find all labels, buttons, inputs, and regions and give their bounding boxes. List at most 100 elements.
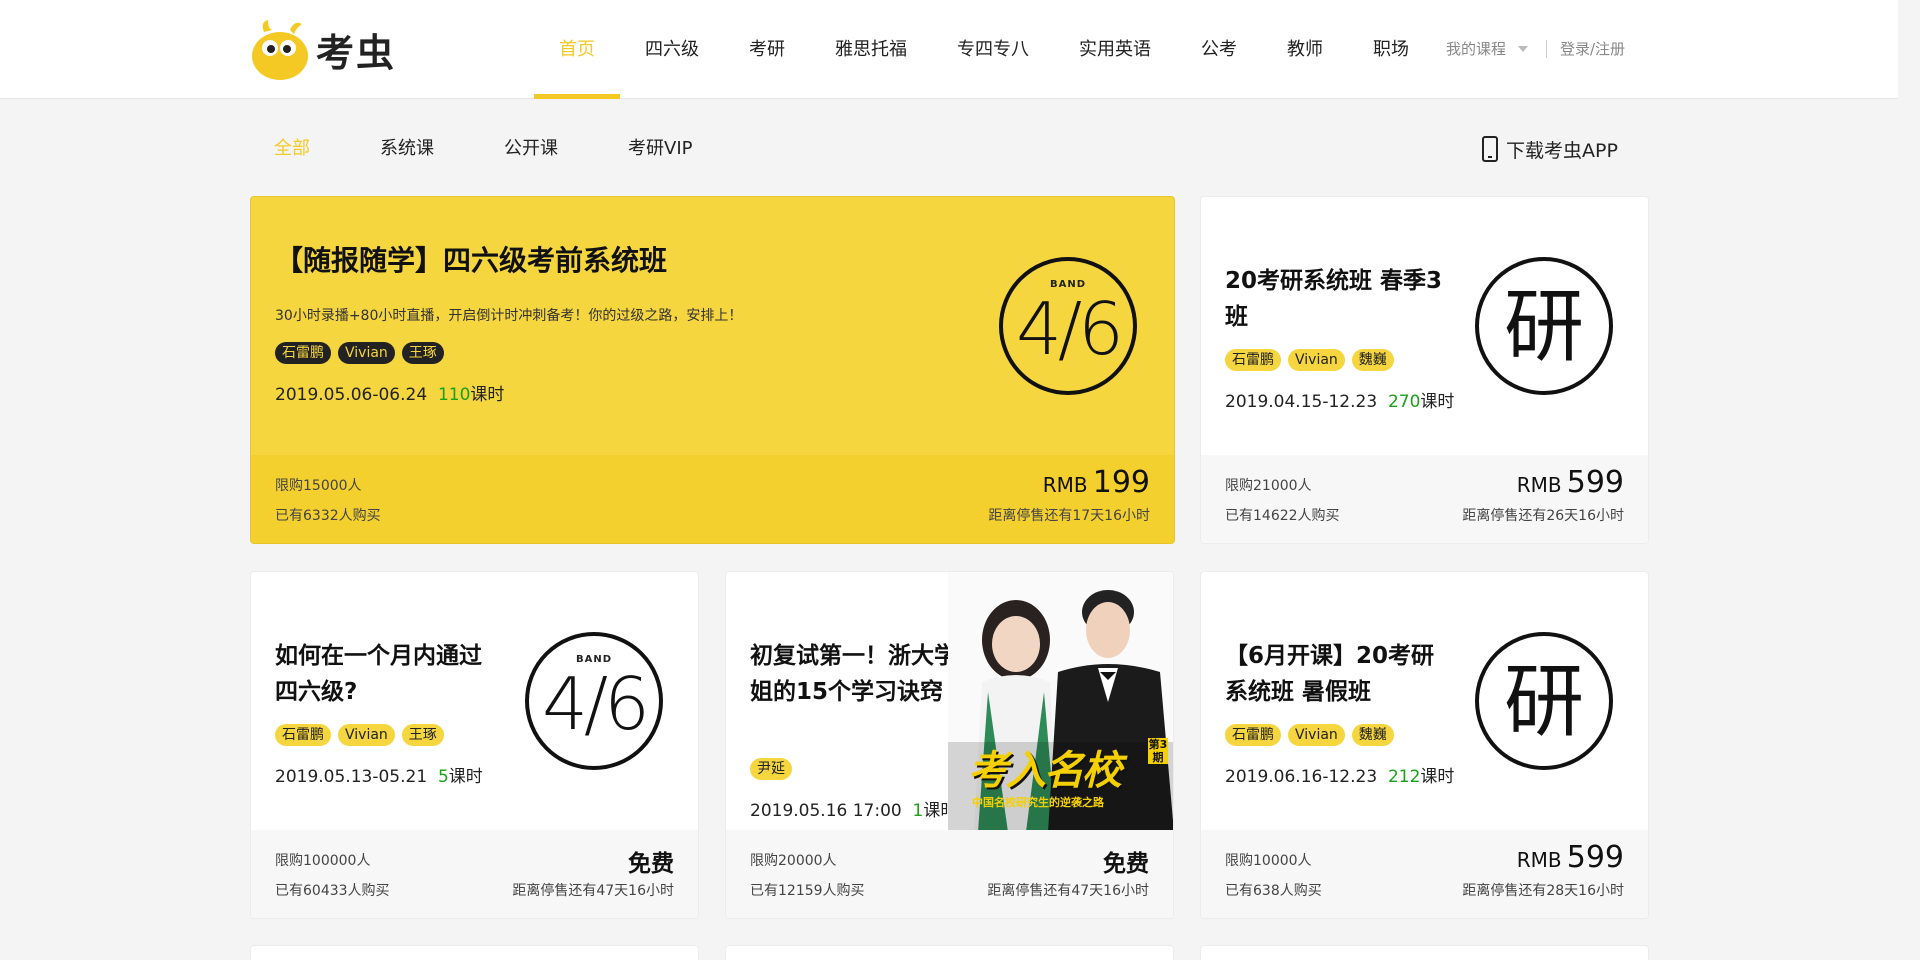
nav-tem[interactable]: 专四专八 [932,0,1054,99]
divider [1546,40,1547,58]
teacher-tag: 王琢 [401,724,444,746]
course-dates: 2019.05.06-06.24 [275,385,428,405]
teacher-tags: 尹延 [750,758,799,780]
main-nav: 首页 四六级 考研 雅思托福 专四专八 实用英语 公考 教师 职场 [534,0,1434,99]
download-app-label: 下载考虫APP [1506,139,1618,162]
purchase-count: 已有12159人购买 [750,883,865,899]
price-amount: 599 [1566,840,1624,875]
teacher-tag: Vivian [1288,724,1345,746]
course-hours: 110 [437,385,471,405]
filter-system-course[interactable]: 系统课 [380,134,434,164]
price-amount: 599 [1566,465,1624,500]
badge-text: 研 [1504,655,1584,748]
sale-countdown: 距离停售还有47天16小时 [987,883,1149,899]
course-card-kaoyan-spring[interactable]: 20考研系统班 春季3班 石雷鹏 Vivian 魏巍 2019.04.15-12… [1200,196,1649,544]
teacher-tags: 石雷鹏 Vivian 王琢 [275,724,451,746]
course-dates: 2019.04.15-12.23 [1225,392,1378,412]
course-price: 免费 [1103,851,1149,877]
poster-volume: 第3期 [1148,738,1168,764]
teacher-tag: 尹延 [750,758,792,780]
sale-countdown: 距离停售还有17天16小时 [988,508,1150,524]
nav-ielts-toefl[interactable]: 雅思托福 [810,0,932,99]
card-footer: 限购20000人 已有12159人购买 免费 距离停售还有47天16小时 [726,830,1173,918]
course-card-zju-tips[interactable]: 初复试第一！浙大学姐的15个学习诀窍 尹延 2019.05.16 17:00 1… [725,571,1174,919]
course-price: RMB 599 [1517,840,1624,875]
course-description: 30小时录播+80小时直播，开启倒计时冲刺备考！你的过级之路，安排上！ [275,308,743,324]
price-amount: 199 [1092,465,1150,500]
purchase-count: 已有638人购买 [1225,883,1322,899]
brand-name: 考虫 [316,30,397,75]
filter-kaoyan-vip[interactable]: 考研VIP [628,134,692,164]
course-title: 【随报随学】四六级考前系统班 [275,244,668,277]
course-dates: 2019.05.16 17:00 [750,801,902,821]
teacher-tag: 石雷鹏 [1225,724,1281,746]
hours-unit: 课时 [1420,767,1455,787]
teacher-tag: 魏巍 [1351,349,1394,371]
course-card-cet-system[interactable]: 【随报随学】四六级考前系统班 30小时录播+80小时直播，开启倒计时冲刺备考！你… [250,196,1175,544]
purchase-limit: 限购21000人 [1225,478,1312,494]
course-card-kaoyan-summer[interactable]: 【6月开课】20考研系统班 暑假班 石雷鹏 Vivian 魏巍 2019.06.… [1200,571,1649,919]
filter-open-course[interactable]: 公开课 [504,134,558,164]
price-currency: RMB [1042,473,1088,497]
course-hours: 1 [912,801,924,821]
badge-text: 4/6 [1016,287,1124,371]
login-register-link[interactable]: 登录/注册 [1560,0,1625,99]
teacher-tags: 石雷鹏 Vivian 魏巍 [1225,349,1401,371]
bug-logo-icon [250,18,308,80]
purchase-count: 已有6332人购买 [275,508,381,524]
teacher-tag: 石雷鹏 [275,342,331,364]
course-hours: 212 [1387,767,1421,787]
nav-teacher[interactable]: 教师 [1262,0,1348,99]
course-poster-image: 考入名校 第3期 中国名校研究生的逆袭之路 [948,572,1173,832]
hours-unit: 课时 [470,385,505,405]
sale-countdown: 距离停售还有28天16小时 [1462,883,1624,899]
site-logo[interactable]: 考虫 [250,18,396,80]
teacher-tag: Vivian [1288,349,1345,371]
badge-text: 4/6 [542,662,650,746]
course-price: 免费 [628,851,674,877]
course-card-next[interactable] [725,945,1174,960]
kaoyan-badge-icon: 研 [1475,632,1613,770]
course-schedule: 2019.05.16 17:00 1课时 [750,796,957,821]
nav-home[interactable]: 首页 [534,0,620,99]
course-title: 20考研系统班 春季3班 [1225,268,1443,330]
teacher-tags: 石雷鹏 Vivian 王琢 [275,342,451,364]
course-card-cet-month[interactable]: 如何在一个月内通过四六级? 石雷鹏 Vivian 王琢 2019.05.13-0… [250,571,699,919]
kaoyan-badge-icon: 研 [1475,257,1613,395]
card-footer: 限购10000人 已有638人购买 RMB 599 距离停售还有28天16小时 [1201,830,1648,918]
purchase-count: 已有60433人购买 [275,883,390,899]
course-schedule: 2019.05.06-06.24 110课时 [275,380,504,405]
course-dates: 2019.06.16-12.23 [1225,767,1378,787]
teacher-tag: 魏巍 [1351,724,1394,746]
my-courses-dropdown[interactable]: 我的课程 [1446,0,1506,99]
teacher-tags: 石雷鹏 Vivian 魏巍 [1225,724,1401,746]
hours-unit: 课时 [1420,392,1455,412]
price-currency: RMB [1516,848,1562,872]
nav-civil-exam[interactable]: 公考 [1176,0,1262,99]
purchase-limit: 限购20000人 [750,853,837,869]
card-footer: 限购21000人 已有14622人购买 RMB 599 距离停售还有26天16小… [1201,455,1648,543]
nav-cet46[interactable]: 四六级 [620,0,724,99]
course-card-next[interactable] [250,945,699,960]
course-dates: 2019.05.13-05.21 [275,767,428,787]
teacher-tag: 石雷鹏 [1225,349,1281,371]
course-price: RMB 599 [1517,465,1624,500]
nav-kaoyan[interactable]: 考研 [724,0,810,99]
nav-practical-english[interactable]: 实用英语 [1054,0,1176,99]
filter-all[interactable]: 全部 [274,134,310,164]
download-app-link[interactable]: 下载考虫APP [1482,134,1618,164]
price-currency: RMB [1516,473,1562,497]
teacher-tag: Vivian [338,724,395,746]
poster-subtitle: 中国名校研究生的逆袭之路 [972,796,1104,809]
sale-countdown: 距离停售还有26天16小时 [1462,508,1624,524]
course-hours: 5 [437,767,449,787]
course-hours: 270 [1387,392,1421,412]
purchase-limit: 限购100000人 [275,853,371,869]
course-card-next[interactable] [1200,945,1649,960]
course-title: 如何在一个月内通过四六级? [275,643,482,705]
teacher-tag: Vivian [338,342,395,364]
course-schedule: 2019.04.15-12.23 270课时 [1225,387,1454,412]
course-title: 初复试第一！浙大学姐的15个学习诀窍 [750,643,957,705]
chevron-down-icon[interactable] [1518,46,1528,52]
nav-career[interactable]: 职场 [1348,0,1434,99]
